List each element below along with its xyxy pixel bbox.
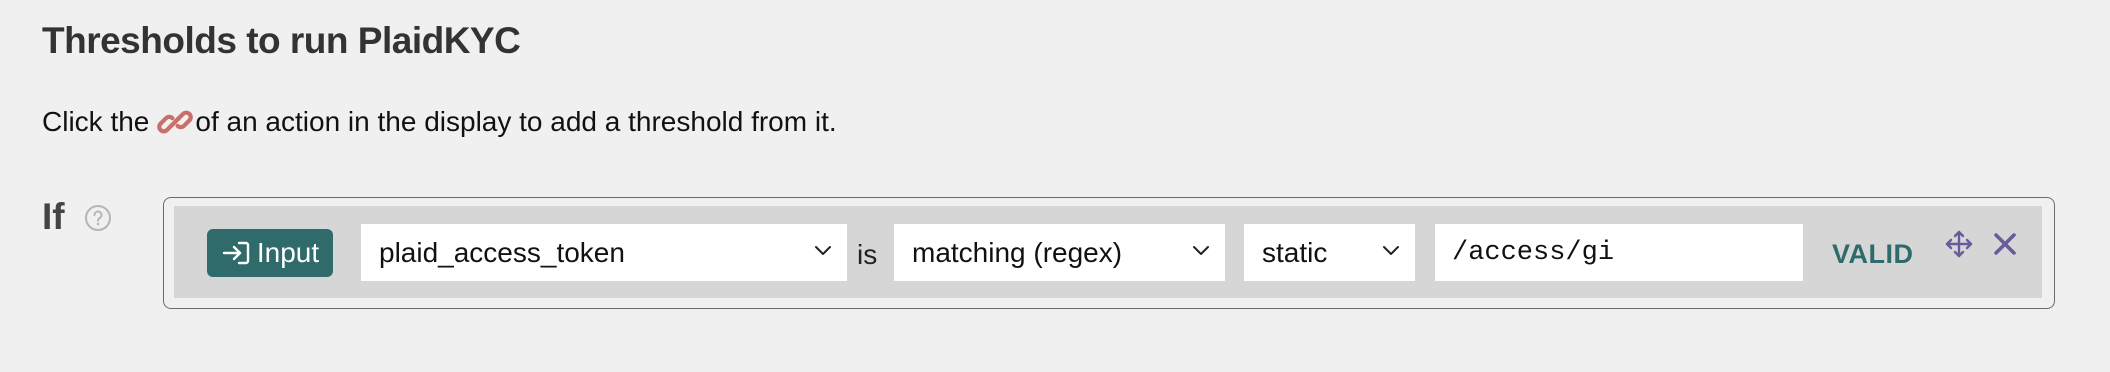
- close-icon[interactable]: [1992, 231, 2018, 257]
- sign-in-arrow-icon: [222, 241, 250, 265]
- operator-select-value: matching (regex): [912, 236, 1123, 268]
- input-source-button[interactable]: Input: [207, 229, 333, 277]
- field-select-value: plaid_access_token: [379, 236, 625, 268]
- instruction-before: Click the: [42, 106, 150, 137]
- chevron-down-icon: [815, 246, 831, 255]
- chevron-down-icon: [1193, 246, 1209, 255]
- operator-select[interactable]: matching (regex): [894, 224, 1225, 281]
- field-select[interactable]: plaid_access_token: [361, 224, 847, 281]
- chevron-down-icon: [1383, 246, 1399, 255]
- validation-status: VALID: [1832, 239, 1914, 269]
- move-arrows-icon[interactable]: [1944, 229, 1974, 259]
- help-circle-icon[interactable]: [84, 204, 112, 232]
- section-title: Thresholds to run PlaidKYC: [42, 20, 521, 61]
- value-type-select[interactable]: static: [1244, 224, 1415, 281]
- link-icon: [157, 110, 194, 134]
- value-type-select-value: static: [1262, 236, 1328, 268]
- if-label: If: [42, 196, 65, 237]
- instruction-after: of an action in the display to add a thr…: [195, 106, 837, 137]
- threshold-page: Thresholds to run PlaidKYC Click the of …: [0, 0, 2110, 372]
- is-label: is: [857, 239, 878, 270]
- instruction-text: Click the of an action in the display to…: [42, 104, 837, 140]
- input-source-label: Input: [256, 237, 320, 268]
- threshold-rule: Input plaid_access_token is matching (re…: [163, 197, 2055, 309]
- regex-value-input[interactable]: /access/gi: [1435, 224, 1803, 281]
- threshold-rule-row: Input plaid_access_token is matching (re…: [174, 206, 2042, 298]
